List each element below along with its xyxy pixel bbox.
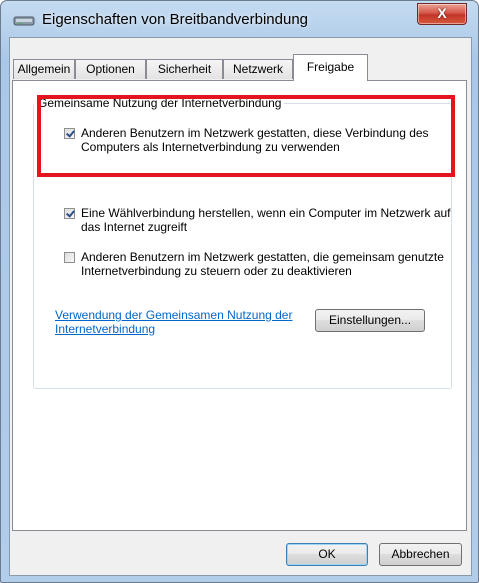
- window-title: Eigenschaften von Breitbandverbindung: [42, 11, 309, 28]
- allow-control-checkbox[interactable]: [64, 252, 75, 263]
- title-bar[interactable]: Eigenschaften von Breitbandverbindung X: [1, 1, 478, 37]
- cancel-button[interactable]: Abbrechen: [379, 543, 462, 566]
- tab-optionen[interactable]: Optionen: [75, 59, 146, 79]
- broadband-connection-icon: [13, 16, 35, 26]
- sharing-panel: Gemeinsame Nutzung der Internetverbindun…: [12, 80, 467, 531]
- tab-strip: Allgemein Optionen Sicherheit Netzwerk F…: [13, 53, 463, 81]
- dialog-client-area: Allgemein Optionen Sicherheit Netzwerk F…: [9, 37, 472, 576]
- ok-button[interactable]: OK: [286, 543, 368, 566]
- close-icon: X: [437, 5, 447, 21]
- dial-on-demand-label[interactable]: Eine Wählverbindung herstellen, wenn ein…: [81, 206, 461, 234]
- dial-on-demand-checkbox[interactable]: [64, 208, 75, 219]
- properties-dialog: Eigenschaften von Breitbandverbindung X …: [0, 0, 479, 583]
- tab-sicherheit[interactable]: Sicherheit: [146, 59, 223, 79]
- tab-allgemein[interactable]: Allgemein: [13, 59, 75, 79]
- allow-sharing-checkbox[interactable]: [64, 128, 75, 139]
- ics-help-link[interactable]: Verwendung der Gemeinsamen Nutzung der I…: [55, 308, 305, 336]
- settings-button[interactable]: Einstellungen...: [315, 309, 425, 332]
- tab-netzwerk[interactable]: Netzwerk: [223, 59, 293, 79]
- tab-freigabe[interactable]: Freigabe: [293, 54, 368, 81]
- ics-group-title: Gemeinsame Nutzung der Internetverbindun…: [35, 96, 285, 110]
- allow-control-label[interactable]: Anderen Benutzern im Netzwerk gestatten,…: [81, 250, 461, 278]
- allow-sharing-label[interactable]: Anderen Benutzern im Netzwerk gestatten,…: [81, 126, 461, 154]
- close-button[interactable]: X: [417, 3, 467, 25]
